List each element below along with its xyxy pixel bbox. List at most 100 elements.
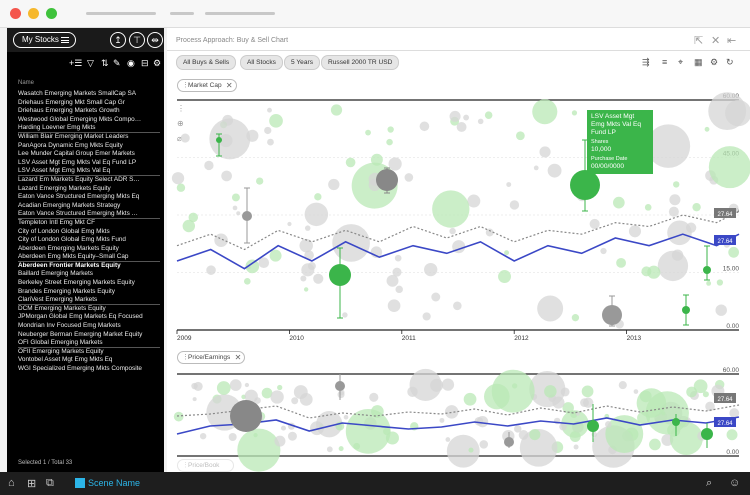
x-tick-label: 2012	[514, 335, 529, 342]
fund-list-item[interactable]: William Blair Emerging Market Leaders	[18, 133, 160, 142]
fund-list-item[interactable]: Lazard Emerging Markets Equity	[18, 185, 160, 194]
data-bubble	[326, 446, 333, 453]
data-bubble	[394, 254, 402, 262]
fund-list-item[interactable]: Berkeley Street Emerging Markets Equity	[18, 279, 160, 288]
fund-list-item[interactable]: Westwood Global Emerging Mkts Compo…	[18, 116, 160, 125]
grid-icon[interactable]: ⊞	[27, 477, 36, 490]
fund-list-item[interactable]: Aberdeen Frontier Markets Equity	[18, 262, 160, 271]
data-bubble	[431, 292, 441, 302]
home-icon[interactable]: ⌂	[8, 477, 15, 489]
close-window-button[interactable]	[10, 8, 21, 19]
data-bubble	[270, 390, 284, 404]
settings-icon[interactable]: ⚙	[153, 58, 161, 69]
fund-list-item[interactable]: Brandes Emerging Markets Equity	[18, 288, 160, 297]
data-bubble	[192, 397, 197, 402]
fund-list-item[interactable]: Templeton Intl Emg Mkt CF	[18, 219, 160, 228]
trade-marker	[701, 428, 713, 440]
fund-list-item[interactable]: LSV Asset Mgt Emg Mkts Val Eq	[18, 167, 160, 176]
data-bubble	[365, 129, 371, 136]
data-bubble	[476, 415, 489, 428]
pin-icon[interactable]: ↥	[110, 32, 126, 48]
data-bubble	[552, 396, 565, 409]
data-bubble	[504, 250, 510, 256]
y-tick-label: 60.00	[723, 367, 740, 374]
my-stocks-dropdown[interactable]: My Stocks	[13, 32, 76, 48]
layout-icon[interactable]: ⊟	[141, 58, 149, 69]
fund-list-item[interactable]: City of London Global Emg Mkts Fund	[18, 236, 160, 245]
fund-list-item[interactable]: Driehaus Emerging Markets Growth	[18, 107, 160, 116]
data-bubble	[445, 437, 451, 442]
fund-list-item[interactable]: Lazard Em Markets Equity Select ADR S…	[18, 176, 160, 185]
search-icon[interactable]: ⌕	[706, 477, 712, 490]
fund-list-item[interactable]: Mondrian Inv Focused Emg Markets	[18, 322, 160, 331]
fund-list-item[interactable]: OFII Emerging Markets Equity	[18, 348, 160, 357]
user-icon[interactable]: ☺	[729, 477, 740, 489]
fund-list-item[interactable]: Driehaus Emerging Mkt Small Cap Gr	[18, 99, 160, 108]
fund-list-item[interactable]: City of London Global Emg Mkts	[18, 228, 160, 237]
fund-list-item[interactable]: WGI Specialized Emerging Mkts Composite	[18, 365, 160, 374]
data-bubble	[439, 417, 445, 423]
fund-list-item[interactable]: JPMorgan Global Emg Markets Eq Focused	[18, 313, 160, 322]
data-bubble	[639, 390, 652, 403]
filter-icon[interactable]: ▽	[87, 58, 94, 69]
data-bubble	[229, 379, 242, 391]
trade-marker	[570, 170, 600, 200]
data-bubble	[188, 212, 199, 223]
data-bubble	[686, 386, 697, 398]
fund-list-item[interactable]: Eaton Vance Structured Emerging Mkts …	[18, 210, 160, 219]
data-bubble	[641, 266, 652, 277]
data-bubble	[484, 111, 493, 119]
trade-marker	[703, 266, 711, 274]
trade-marker	[230, 400, 262, 432]
data-bubble	[692, 202, 701, 212]
fund-list-item[interactable]: Harding Loevner Emg Mkts	[18, 124, 160, 133]
data-bubble	[644, 204, 652, 211]
data-bubble	[180, 133, 190, 143]
window-icon[interactable]: ⧉	[46, 477, 54, 490]
add-list-icon[interactable]: +☰	[69, 58, 82, 69]
data-bubble	[386, 138, 393, 146]
data-bubble	[600, 247, 607, 255]
fund-list-item[interactable]: Wasatch Emerging Markets SmallCap SA	[18, 90, 160, 99]
data-bubble	[387, 126, 394, 133]
data-bubble	[274, 435, 286, 447]
edit-icon[interactable]: ✎	[113, 58, 121, 69]
fund-list-item[interactable]: ClariVest Emerging Markets	[18, 296, 160, 305]
fund-list-item[interactable]: Baillard Emerging Markets	[18, 270, 160, 279]
fund-list-item[interactable]: DCM Emerging Markets Equity	[18, 305, 160, 314]
trade-marker	[335, 381, 345, 391]
fund-list-item[interactable]: LSV Asset Mgt Emg Mkts Val Eq Fund LP	[18, 159, 160, 168]
data-bubble	[477, 118, 484, 125]
fund-list-item[interactable]: Aberdeen Emerging Markets Equity	[18, 245, 160, 254]
data-bubble	[264, 126, 272, 135]
data-bubble	[669, 194, 681, 206]
fund-list-item[interactable]: Lee Munder Capital Group Emer Markets	[18, 150, 160, 159]
scene-color-icon	[75, 478, 85, 488]
view-icon[interactable]: ◉	[127, 58, 135, 69]
trade-marker	[242, 211, 252, 221]
maximize-window-button[interactable]	[46, 8, 57, 19]
my-stocks-label: My Stocks	[22, 35, 59, 44]
name-column-header[interactable]: Name	[18, 80, 34, 86]
sidebar-header: My Stocks ↥ ⊤ ⇹	[7, 28, 164, 52]
fund-list-item[interactable]: Aberdeen Emg Mkts Equity–Small Cap	[18, 253, 160, 262]
data-bubble	[232, 205, 238, 211]
expand-icon[interactable]: ⇹	[147, 32, 163, 48]
scene-name[interactable]: Scene Name	[88, 478, 140, 488]
minimize-window-button[interactable]	[28, 8, 39, 19]
fund-list-item[interactable]: Eaton Vance Structured Emerging Mkts Eq	[18, 193, 160, 202]
data-bubble	[544, 385, 557, 398]
sort-icon[interactable]: ⇅	[101, 58, 109, 69]
tooltip-date-label: Purchase Date	[591, 156, 628, 162]
fund-list-item[interactable]: PanAgora Dynamic Emg Mkts Equity	[18, 142, 160, 151]
fund-list-item[interactable]: Acadian Emerging Markets Strategy	[18, 202, 160, 211]
fund-list-item[interactable]: Vontobel Asset Mgt Emg Mkts Eq	[18, 356, 160, 365]
data-bubble	[571, 110, 578, 116]
data-bubble	[529, 429, 541, 441]
fund-list-item[interactable]: OFI Global Emerging Markets	[18, 339, 160, 348]
data-bubble	[633, 389, 639, 394]
anchor-icon[interactable]: ⊤	[129, 32, 145, 48]
fund-list-item[interactable]: Neuberger Berman Emerging Market Equity	[18, 331, 160, 340]
data-bubble	[313, 273, 324, 284]
data-bubble	[716, 279, 724, 286]
